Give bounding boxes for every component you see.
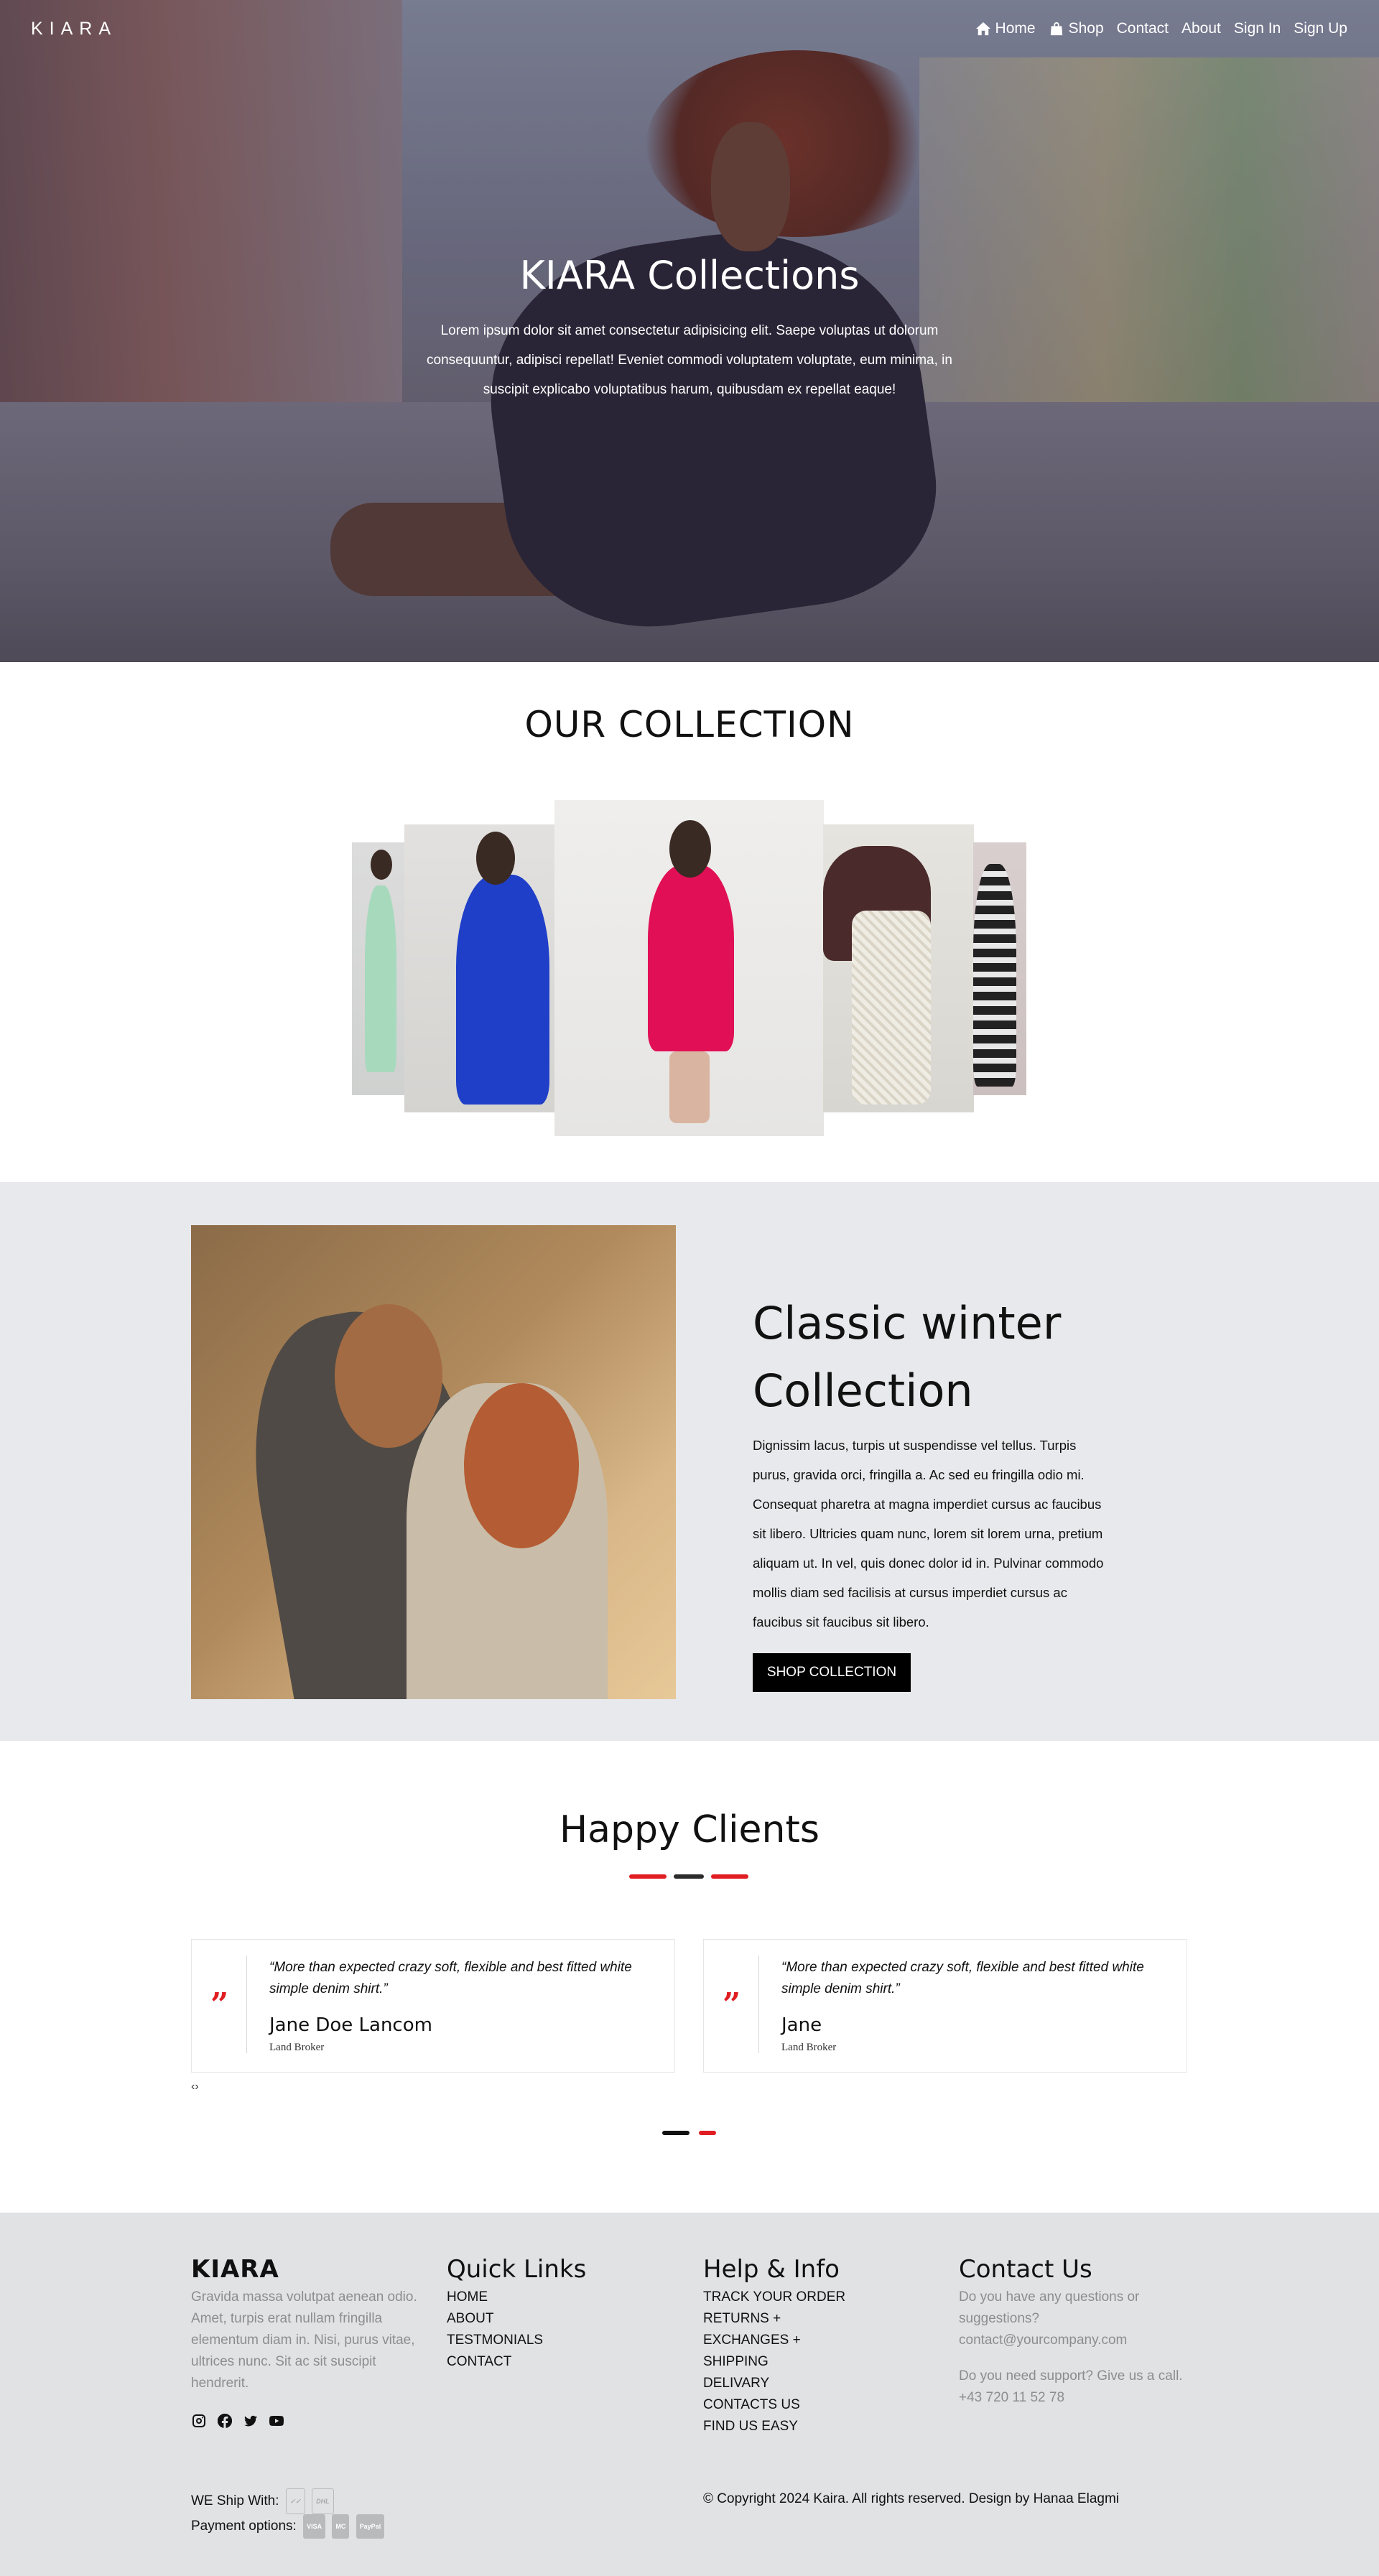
title-divider-red-right [711, 1874, 748, 1879]
collection-card-model-head [476, 832, 515, 885]
footer-brand-column: KIARA Gravida massa volutpat aenean odio… [191, 2255, 421, 2429]
shopping-bag-icon [1050, 22, 1062, 36]
social-links [191, 2413, 421, 2429]
site-footer: KIARA Gravida massa volutpat aenean odio… [0, 2213, 1379, 2576]
home-icon [975, 22, 990, 36]
nav-about-link[interactable]: About [1181, 20, 1221, 37]
winter-title: Classic winter Collection [753, 1297, 1062, 1417]
main-nav: Home Shop Contact About Sign In Sign Up [975, 20, 1347, 37]
nav-home-link[interactable]: Home [975, 20, 1036, 37]
shipping-payment-info: WE Ship With: ✓✓ DHL Payment options: VI… [191, 2488, 385, 2539]
nav-contact-link[interactable]: Contact [1117, 20, 1169, 37]
footer-link-contacts[interactable]: CONTACTS US [703, 2394, 919, 2416]
footer-help-info: Help & Info TRACK YOUR ORDER RETURNS + E… [703, 2255, 919, 2437]
mastercard-icon: MC [332, 2514, 350, 2539]
youtube-icon[interactable] [269, 2413, 284, 2429]
footer-link-shipping[interactable]: SHIPPING [703, 2351, 919, 2373]
payment-options-label: Payment options: [191, 2519, 297, 2534]
shop-collection-button[interactable]: SHOP COLLECTION [753, 1653, 911, 1692]
footer-logo[interactable]: KIARA [191, 2255, 421, 2284]
contact-email[interactable]: contact@yourcompany.com [959, 2330, 1196, 2351]
nav-shop-link[interactable]: Shop [1049, 20, 1104, 37]
testimonial-card: ” “More than expected crazy soft, flexib… [191, 1939, 675, 2073]
collection-card-model-head [371, 850, 392, 880]
testimonial-role: Land Broker [781, 2042, 837, 2053]
collection-card[interactable] [404, 824, 555, 1112]
contact-heading: Contact Us [959, 2255, 1092, 2284]
testimonial-name: Jane [781, 2014, 822, 2036]
collection-card-legs [669, 1051, 710, 1123]
testimonial-role: Land Broker [269, 2042, 325, 2053]
clients-title: Happy Clients [560, 1808, 819, 1851]
collection-title: OUR COLLECTION [524, 704, 855, 745]
testimonial-divider [758, 1956, 759, 2053]
shipping-carrier-logo: ✓✓ [285, 2488, 305, 2514]
nav-signin-link[interactable]: Sign In [1234, 20, 1281, 37]
nav-signup-link[interactable]: Sign Up [1294, 20, 1347, 37]
carousel-dot[interactable] [699, 2131, 716, 2135]
collection-card[interactable] [352, 842, 405, 1095]
footer-link-home[interactable]: HOME [447, 2287, 662, 2308]
title-divider-red-left [629, 1874, 667, 1879]
testimonial-quote: “More than expected crazy soft, flexible… [781, 1960, 1144, 1996]
collection-card[interactable] [823, 824, 974, 1112]
winter-model-1-head [335, 1304, 442, 1448]
footer-link-about[interactable]: ABOUT [447, 2308, 662, 2330]
testimonial-divider [246, 1956, 247, 2053]
dhl-logo: DHL [312, 2488, 334, 2514]
quote-icon: ” [210, 1986, 229, 2023]
twitter-icon[interactable] [243, 2413, 259, 2429]
hero-text: Lorem ipsum dolor sit amet consectetur a… [427, 323, 952, 397]
title-divider-dark [674, 1874, 704, 1879]
footer-about-text: Gravida massa volutpat aenean odio. Amet… [191, 2289, 417, 2391]
testimonial-quote: “More than expected crazy soft, flexible… [269, 1960, 632, 1996]
footer-quick-links: Quick Links HOME ABOUT TESTMONIALS CONTA… [447, 2255, 662, 2373]
visa-icon: VISA [303, 2514, 326, 2539]
contact-support-text: Do you need support? Give us a call. [959, 2368, 1183, 2384]
collection-card-dress [648, 865, 734, 1051]
winter-model-2-head [464, 1383, 579, 1548]
collection-card-dress [456, 875, 549, 1105]
quick-links-heading: Quick Links [447, 2255, 587, 2284]
footer-link-contact[interactable]: CONTACT [447, 2351, 662, 2373]
paypal-icon: PayPal [356, 2514, 385, 2539]
winter-collection-image [191, 1225, 676, 1699]
carousel-dot-active[interactable] [662, 2131, 690, 2135]
collection-card[interactable] [554, 800, 824, 1136]
footer-link-testimonials[interactable]: TESTMONIALS [447, 2330, 662, 2351]
instagram-icon[interactable] [191, 2413, 207, 2429]
contact-phone[interactable]: +43 720 11 52 78 [959, 2387, 1196, 2409]
quote-icon: ” [723, 1986, 741, 2023]
footer-contact: Contact Us Do you have any questions or … [959, 2255, 1196, 2409]
hero-banner: KIARA Home Shop Contact About Sign In Si… [0, 0, 1379, 662]
testimonial-card: ” “More than expected crazy soft, flexib… [703, 1939, 1187, 2073]
copyright-text: © Copyright 2024 Kaira. All rights reser… [703, 2491, 1120, 2506]
help-info-heading: Help & Info [703, 2255, 840, 2284]
ship-with-label: WE Ship With: [191, 2493, 279, 2509]
winter-text: Dignissim lacus, turpis ut suspendisse v… [753, 1438, 1104, 1629]
collection-card-model-head [669, 820, 711, 878]
footer-link-track-order[interactable]: TRACK YOUR ORDER [703, 2287, 919, 2308]
ship-with-row: WE Ship With: ✓✓ DHL [191, 2488, 384, 2514]
footer-link-delivery[interactable]: DELIVARY [703, 2373, 919, 2394]
collection-card-dress [973, 864, 1016, 1087]
payment-row: Payment options: VISA MC PayPal [191, 2514, 385, 2539]
site-logo[interactable]: KIARA [31, 19, 117, 39]
footer-link-find-us[interactable]: FIND US EASY [703, 2416, 919, 2437]
collection-card[interactable] [973, 842, 1026, 1095]
collection-card-bag [852, 911, 931, 1105]
contact-question-text: Do you have any questions or suggestions… [959, 2289, 1140, 2326]
footer-link-returns[interactable]: RETURNS + [703, 2308, 919, 2330]
footer-link-exchanges[interactable]: EXCHANGES + [703, 2330, 919, 2351]
nav-shop-label: Shop [1068, 20, 1104, 37]
carousel-arrows[interactable]: ‹› [191, 2080, 199, 2093]
collection-card-dress [365, 885, 396, 1072]
winter-collection-section: Classic winter Collection Dignissim lacu… [0, 1182, 1379, 1741]
hero-title: KIARA Collections [519, 253, 860, 298]
testimonial-name: Jane Doe Lancom [269, 2014, 432, 2036]
nav-home-label: Home [995, 20, 1036, 37]
facebook-icon[interactable] [217, 2413, 233, 2429]
